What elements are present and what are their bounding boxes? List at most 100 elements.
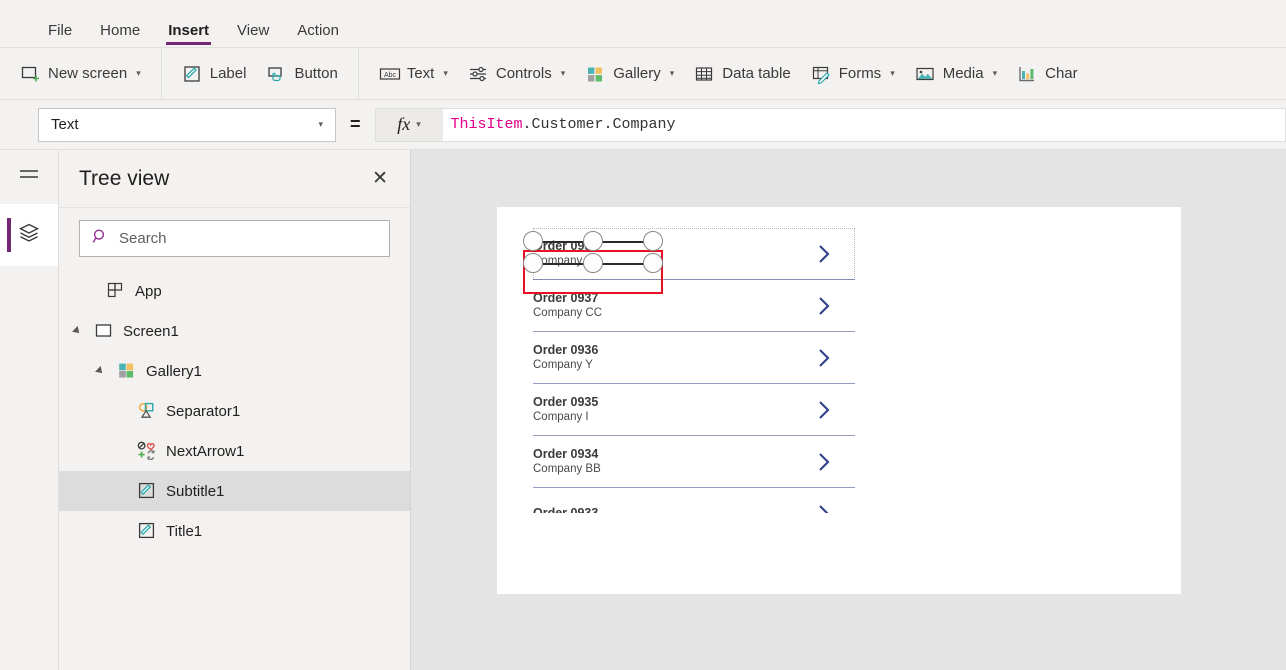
twisty-expanded-icon[interactable]	[69, 323, 85, 339]
gallery-label: Gallery	[613, 65, 661, 82]
chevron-down-icon: ▾	[992, 68, 998, 78]
gallery-row-text: Order 0936 Company Y	[533, 343, 813, 374]
tree-item-separator1[interactable]: Separator1	[59, 391, 410, 431]
separator-icon	[137, 401, 157, 421]
tree-item-label: Screen1	[123, 322, 179, 340]
media-icon	[915, 64, 935, 84]
chevron-down-icon: ▾	[416, 119, 421, 129]
gallery-row-subtitle: Company I	[533, 411, 589, 424]
chevron-down-icon: ▾	[890, 68, 895, 78]
resize-handle-bottom-center	[583, 253, 603, 273]
gallery-row[interactable]: Order 0936 Company Y	[515, 332, 855, 384]
gallery-row-title: Order 0935	[533, 394, 599, 409]
app-screen-preview[interactable]: Order 0938 Company F Order 0937 Company …	[497, 207, 1181, 594]
resize-handle-bottom-right	[643, 253, 663, 273]
chart-button[interactable]: Char	[1007, 56, 1088, 92]
label-button[interactable]: Label	[172, 56, 257, 92]
search-placeholder: Search	[119, 230, 167, 247]
menu-tab-insert[interactable]: Insert	[154, 23, 223, 47]
formula-token-rest: .Customer.Company	[522, 116, 676, 133]
next-arrow-icon[interactable]	[813, 295, 835, 317]
controls-button[interactable]: Controls ▾	[458, 56, 575, 92]
data-table-icon	[694, 64, 714, 84]
gallery-icon	[117, 361, 137, 381]
tree-item-label: NextArrow1	[166, 442, 245, 460]
gallery-row-text: Order 0934 Company BB	[533, 447, 813, 478]
active-indicator	[7, 218, 11, 252]
equals-sign: =	[350, 114, 361, 134]
gallery-row-subtitle: Company CC	[533, 307, 603, 320]
gallery-row-text: Order 0933	[533, 506, 813, 513]
gallery-row-subtitle: Company Y	[533, 359, 593, 372]
tree-item-title1[interactable]: Title1	[59, 511, 410, 551]
tree-item-label: Separator1	[166, 402, 241, 420]
twisty-expanded-icon[interactable]	[92, 363, 108, 379]
tree-item-label: Gallery1	[146, 362, 202, 380]
forms-button[interactable]: Forms ▾	[801, 56, 905, 92]
next-arrow-icon[interactable]	[813, 399, 835, 421]
search-input[interactable]: Search	[79, 220, 390, 257]
search-icon	[92, 228, 109, 250]
left-rail	[0, 150, 59, 670]
design-canvas[interactable]: Order 0938 Company F Order 0937 Company …	[411, 150, 1286, 670]
gallery-control[interactable]: Order 0938 Company F Order 0937 Company …	[515, 228, 855, 513]
label-icon	[137, 521, 157, 541]
media-button[interactable]: Media ▾	[905, 56, 1007, 92]
tree-item-nextarrow1[interactable]: NextArrow1	[59, 431, 410, 471]
tree-item-screen1[interactable]: Screen1	[59, 311, 410, 351]
gallery-row[interactable]: Order 0938 Company F	[515, 228, 855, 294]
media-label: Media	[942, 65, 984, 82]
menu-tab-view[interactable]: View	[223, 23, 283, 47]
chevron-down-icon: ▾	[669, 68, 675, 78]
menu-tab-action[interactable]: Action	[283, 23, 353, 47]
formula-input[interactable]: ThisItem .Customer.Company	[442, 107, 1286, 142]
nextarrow-icon	[137, 441, 157, 461]
text-icon: Abc	[379, 64, 400, 84]
chart-icon	[1017, 64, 1037, 84]
gallery-row-content: Order 0933	[533, 488, 855, 513]
tree-view-panel: Tree view ✕ Search App Screen1 Gallery1 …	[59, 150, 411, 670]
tree-item-subtitle1[interactable]: Subtitle1	[59, 471, 410, 511]
close-icon[interactable]: ✕	[372, 169, 388, 188]
new-screen-button[interactable]: New screen ▾	[10, 56, 151, 92]
menu-tab-file[interactable]: File	[34, 23, 86, 47]
tree-item-gallery1[interactable]: Gallery1	[59, 351, 410, 391]
fx-button[interactable]: fx ▾	[374, 107, 443, 142]
controls-label: Controls	[495, 65, 552, 82]
chevron-down-icon: ▾	[443, 68, 448, 78]
next-arrow-icon[interactable]	[813, 347, 835, 369]
button-button[interactable]: Button	[256, 56, 347, 92]
property-selector[interactable]: Text ▾	[38, 107, 336, 142]
next-arrow-icon[interactable]	[813, 503, 835, 513]
menu-tab-home[interactable]: Home	[86, 23, 154, 47]
tree-view-title: Tree view	[79, 166, 170, 190]
hamburger-menu-button[interactable]	[0, 150, 58, 204]
gallery-row[interactable]: Order 0935 Company I	[515, 384, 855, 436]
button-label: Button	[294, 65, 338, 82]
tree-item-label: Title1	[166, 522, 203, 540]
formula-token-accent: ThisItem	[450, 116, 523, 133]
text-label: Text	[406, 65, 435, 82]
resize-handle-top-right	[643, 231, 663, 251]
tree-view-rail-button[interactable]	[0, 204, 58, 266]
controls-icon	[468, 64, 488, 84]
twisty-placeholder	[81, 283, 97, 299]
gallery-icon	[585, 64, 605, 84]
gallery-row-content: Order 0936 Company Y	[533, 332, 855, 384]
tree-item-label: Subtitle1	[166, 482, 225, 500]
menu-bar: File Home Insert View Action	[0, 0, 1286, 48]
tree-item-app[interactable]: App	[59, 271, 410, 311]
data-table-button[interactable]: Data table	[684, 56, 800, 92]
text-button[interactable]: Abc Text ▾	[369, 56, 458, 92]
next-arrow-icon[interactable]	[813, 451, 835, 473]
chevron-down-icon: ▾	[136, 68, 141, 78]
gallery-row-title: Order 0936	[533, 342, 599, 357]
gallery-row[interactable]: Order 0934 Company BB	[515, 436, 855, 488]
forms-label: Forms	[838, 65, 882, 82]
ribbon-group-screens: New screen ▾	[0, 48, 162, 99]
gallery-row[interactable]: Order 0933	[515, 488, 855, 513]
label-icon	[137, 481, 157, 501]
powerapps-studio: File Home Insert View Action New screen …	[0, 0, 1286, 670]
gallery-button[interactable]: Gallery ▾	[575, 56, 684, 92]
ribbon-toolbar: New screen ▾ Label Button Abc Text ▾ Con…	[0, 48, 1286, 100]
